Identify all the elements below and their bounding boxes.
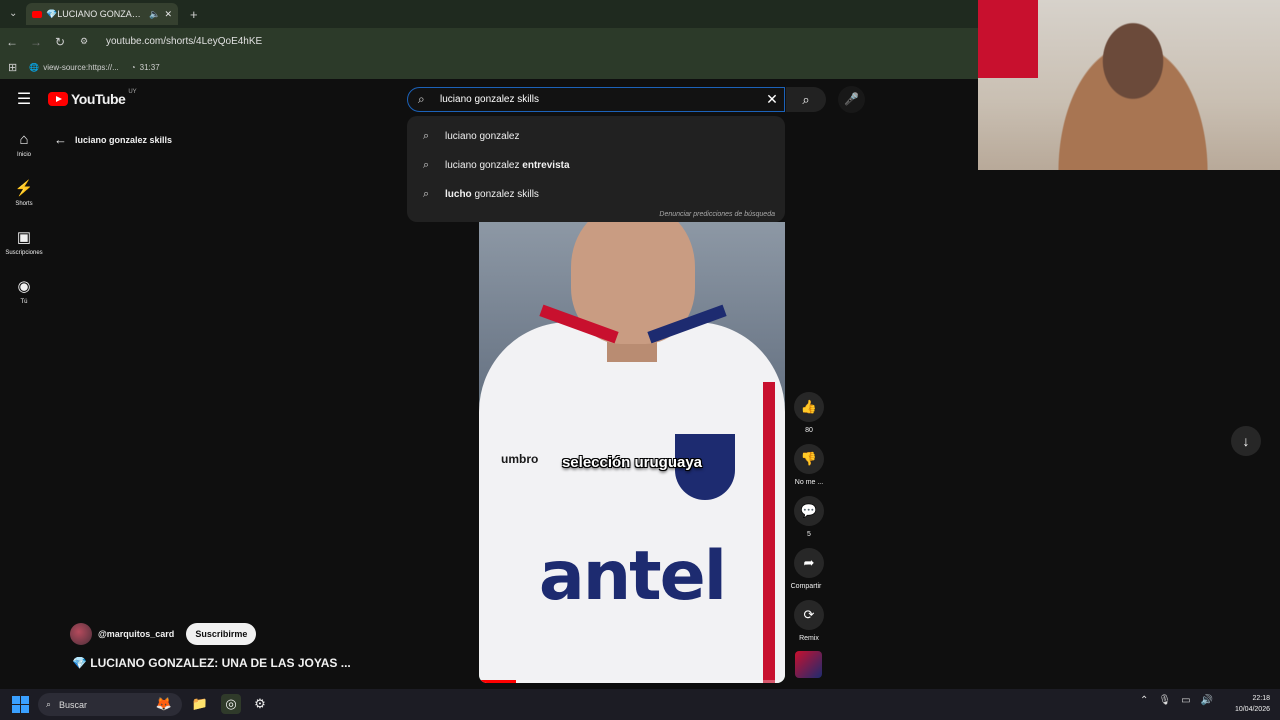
remix-label: Remix [799, 635, 819, 642]
youtube-favicon-icon [32, 10, 42, 18]
share-label: Compartir [790, 583, 822, 590]
streamer-person [1038, 10, 1228, 170]
dislike-label: No me ... [794, 479, 824, 486]
clock-icon: ◔ [130, 62, 136, 72]
browser-tab-bar: ⌄ 💎LUCIANO GONZALEZ: U 🔈 ✕ + [0, 0, 978, 28]
dislike-icon[interactable]: 👎 [794, 444, 824, 474]
chevron-up-icon[interactable]: ⌃ [1140, 695, 1148, 706]
report-predictions-link[interactable]: Denunciar predicciones de búsqueda [659, 211, 775, 218]
windows-start-icon[interactable] [12, 696, 29, 713]
network-icon[interactable]: ▭ [1181, 695, 1190, 706]
nav-item-subscriptions[interactable]: ▣ Suscripciones [0, 228, 48, 256]
channel-handle[interactable]: @marquitos_card [98, 629, 174, 639]
tab-list-icon[interactable]: ⌄ [9, 8, 17, 19]
speaker-icon[interactable]: 🔈 [149, 9, 160, 20]
youtube-play-icon [48, 92, 68, 106]
search-button[interactable]: ⌕ [786, 87, 826, 112]
share-icon[interactable]: ➦ [794, 548, 824, 578]
next-video-icon[interactable]: ↓ [1231, 426, 1261, 456]
video-title[interactable]: 💎 LUCIANO GONZALEZ: UNA DE LAS JOYAS ... [72, 656, 351, 670]
windows-taskbar: ⌕ Buscar 🦊 📁 ◎ ⚙ ⌃ 🎙 ▭ 🔊 22:18 10/04/202… [0, 689, 1280, 720]
suggestion-item[interactable]: ⌕ luciano gonzalez [407, 122, 785, 151]
tab-title: 💎LUCIANO GONZALEZ: U [46, 8, 145, 19]
audio-thumbnail[interactable] [795, 651, 822, 678]
browser-tab[interactable]: 💎LUCIANO GONZALEZ: U 🔈 ✕ [26, 3, 178, 25]
nav-item-home[interactable]: ⌂ Inicio [0, 130, 48, 158]
comments-action: 💬 5 [791, 496, 827, 538]
app-icon[interactable]: ⚙ [250, 694, 270, 714]
video-progress-bar[interactable] [479, 680, 785, 683]
video-caption: selección uruguaya [561, 454, 703, 471]
avatar[interactable] [70, 623, 92, 645]
url-field[interactable]: youtube.com/shorts/4LeyQoE4hKE [106, 36, 262, 47]
bookmark-item[interactable]: ◔ 31:37 [131, 63, 160, 72]
youtube-logo[interactable]: YouTube UY [48, 89, 137, 107]
diamond-icon: 💎 [72, 656, 87, 670]
volume-icon[interactable]: 🔊 [1201, 695, 1213, 706]
jersey [479, 322, 785, 683]
remix-icon[interactable]: ⟳ [794, 600, 824, 630]
suggestion-item[interactable]: ⌕ luciano gonzalez entrevista [407, 151, 785, 180]
nav-item-shorts[interactable]: ⚡ Shorts [0, 179, 48, 207]
search-icon: ⌕ [46, 699, 52, 709]
microphone-icon[interactable]: 🎙 [1158, 695, 1171, 706]
widget-icon[interactable]: 🦊 [154, 694, 174, 714]
site-info-icon[interactable]: ⚙ [72, 36, 96, 47]
suggestion-item[interactable]: ⌕ lucho gonzalez skills [407, 180, 785, 209]
dislike-action: 👎 No me ... [791, 444, 827, 486]
chrome-icon[interactable]: ◎ [221, 694, 241, 714]
comment-count: 5 [807, 531, 811, 538]
reload-icon[interactable]: ↻ [48, 35, 72, 49]
new-tab-icon[interactable]: + [190, 7, 198, 22]
menu-icon[interactable]: ☰ [14, 89, 34, 109]
search-icon: ⌕ [423, 159, 430, 171]
search-icon: ⌕ [418, 92, 425, 106]
apps-grid-icon[interactable]: ⊞ [8, 61, 17, 74]
shorts-video-player[interactable]: umbro antel selección uruguaya [479, 222, 785, 683]
search-box[interactable]: ⌕ ✕ [407, 87, 785, 112]
bookmark-item[interactable]: 🌐 view-source:https://... [29, 63, 119, 72]
bookmarks-bar: ⊞ 🌐 view-source:https://... ◔ 31:37 [0, 55, 978, 79]
search-input[interactable] [440, 94, 760, 105]
home-icon: ⌂ [19, 131, 29, 148]
subscriptions-icon: ▣ [16, 229, 32, 246]
like-icon[interactable]: 👍 [794, 392, 824, 422]
shorts-icon: ⚡ [14, 180, 34, 197]
nav-item-you[interactable]: ◉ Tú [0, 277, 48, 305]
forward-icon[interactable]: → [24, 35, 48, 49]
system-tray: ⌃ 🎙 ▭ 🔊 [1140, 695, 1213, 706]
channel-row: @marquitos_card Suscribirme [70, 623, 257, 645]
share-action: ➦ Compartir [791, 548, 827, 590]
red-jersey-background [978, 0, 1038, 78]
like-action: 👍 80 [791, 392, 827, 434]
search-suggestions: ⌕ luciano gonzalez ⌕ luciano gonzalez en… [407, 116, 785, 222]
microphone-icon[interactable]: 🎤 [838, 86, 865, 113]
back-to-search[interactable]: ← luciano gonzalez skills [54, 132, 172, 147]
clock[interactable]: 22:18 10/04/2026 [1235, 693, 1270, 715]
webcam-overlay [978, 0, 1280, 170]
sleeve-stripe [763, 382, 775, 683]
address-bar: ← → ↻ ⚙ youtube.com/shorts/4LeyQoE4hKE [0, 28, 978, 55]
search-icon: ⌕ [423, 130, 430, 142]
comment-icon[interactable]: 💬 [794, 496, 824, 526]
subscribe-button[interactable]: Suscribirme [186, 623, 257, 645]
file-explorer-icon[interactable]: 📁 [190, 694, 210, 714]
close-tab-icon[interactable]: ✕ [164, 9, 172, 20]
back-arrow-icon[interactable]: ← [54, 132, 67, 147]
remix-action: ⟳ Remix [791, 600, 827, 642]
sponsor-logo: antel [538, 537, 727, 616]
clear-search-icon[interactable]: ✕ [760, 91, 784, 108]
video-progress-fill [479, 680, 516, 683]
search-icon: ⌕ [423, 188, 430, 200]
like-count: 80 [805, 427, 813, 434]
globe-icon: 🌐 [29, 62, 40, 72]
back-icon[interactable]: ← [0, 35, 24, 49]
user-icon: ◉ [17, 278, 31, 295]
